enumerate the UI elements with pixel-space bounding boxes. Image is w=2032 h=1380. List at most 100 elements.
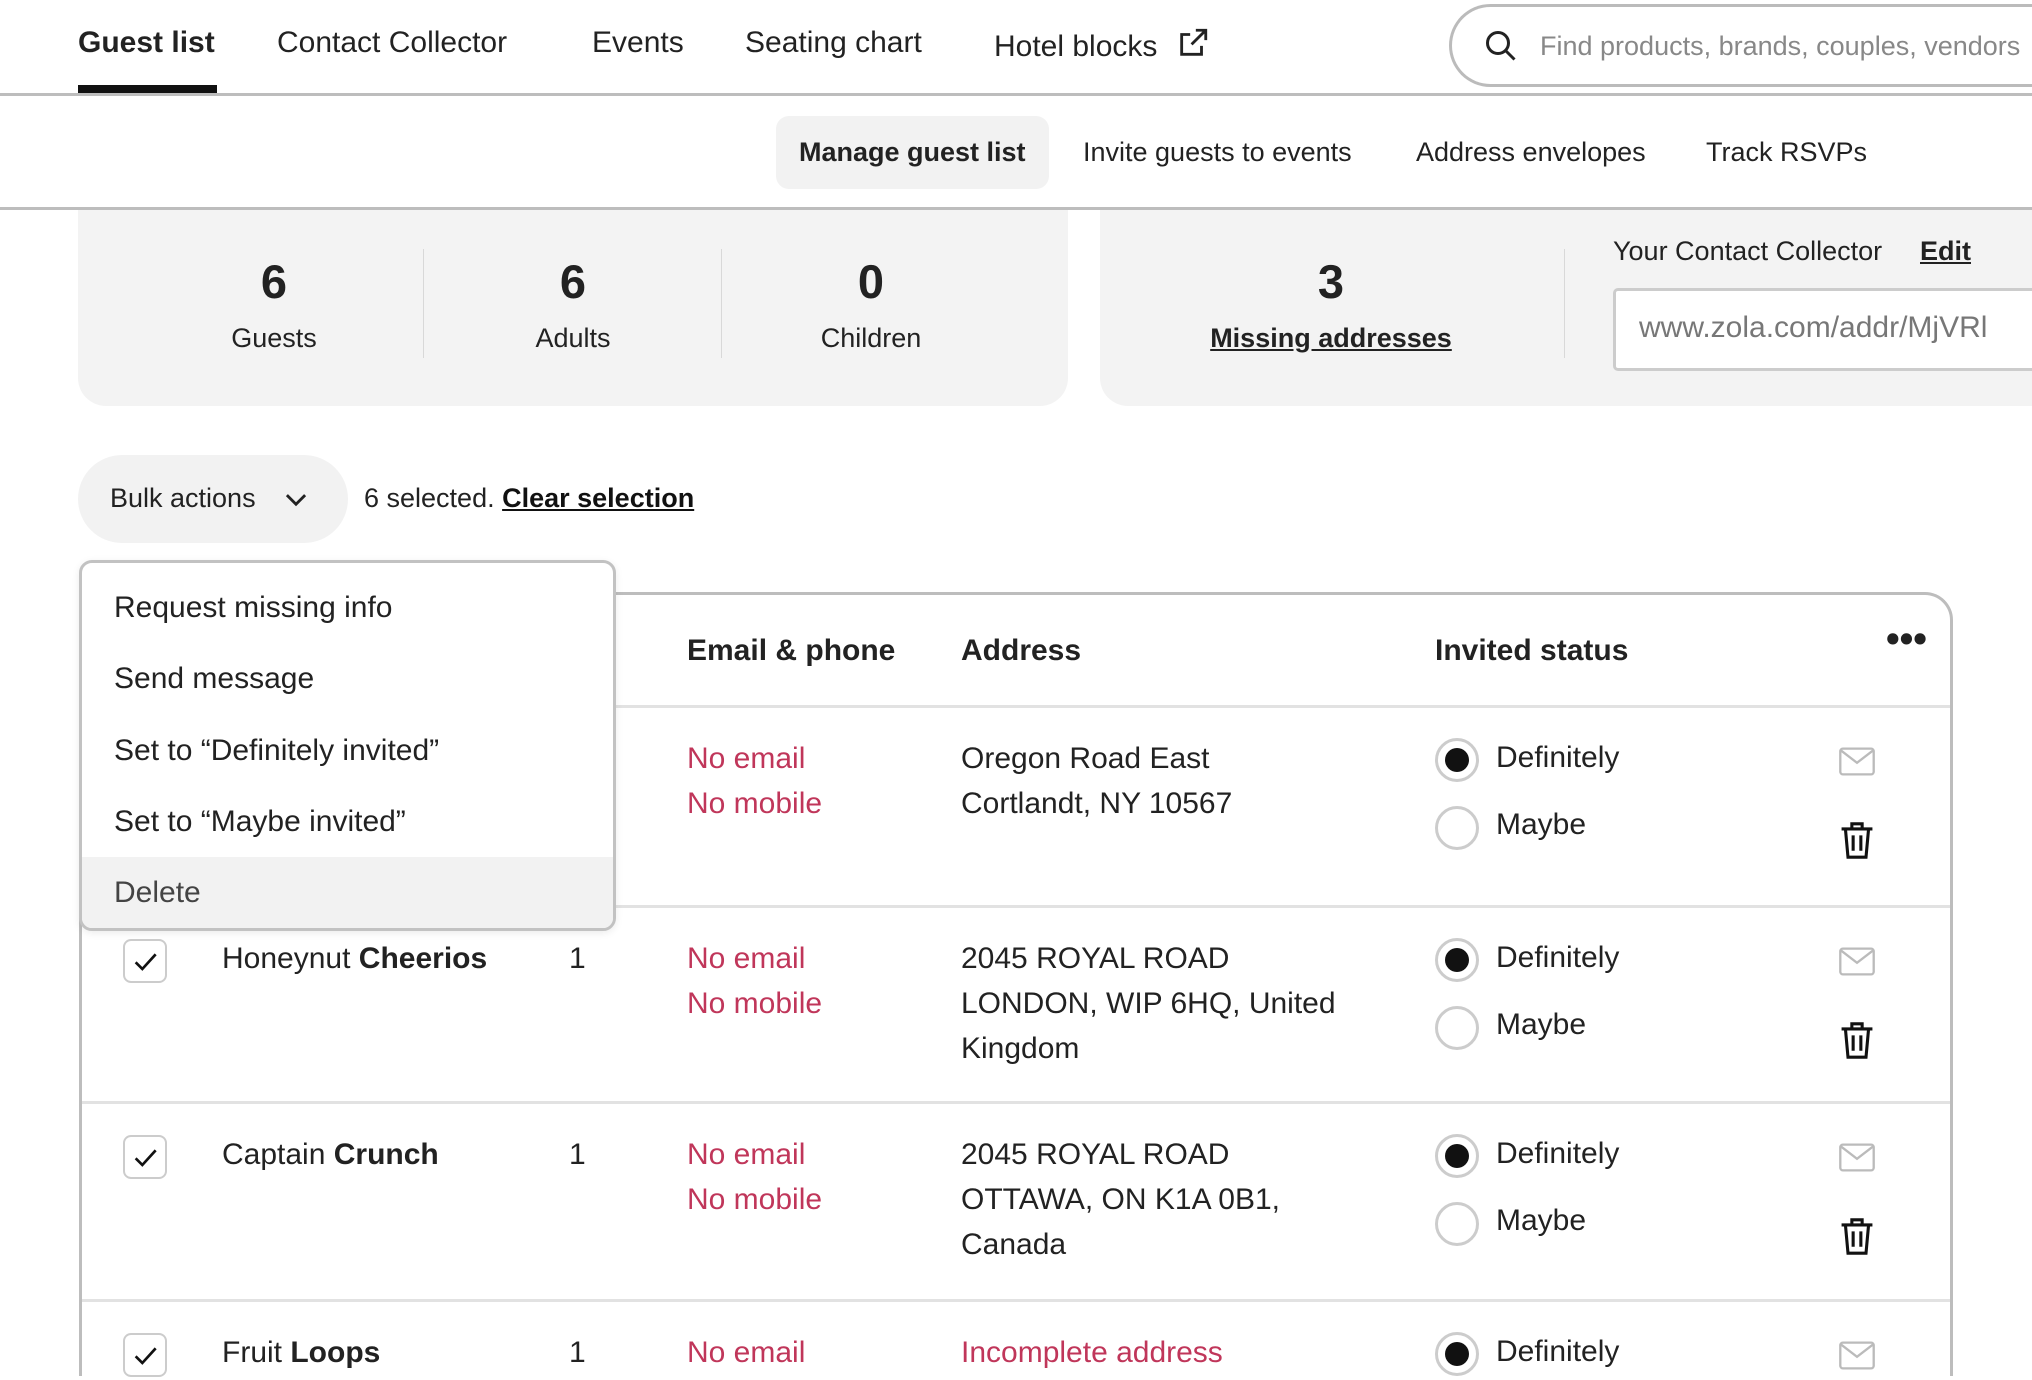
top-nav: Guest list Contact Collector Events Seat… <box>0 0 2032 96</box>
tab-hotel-blocks[interactable]: Hotel blocks <box>994 26 1210 64</box>
radio-definitely[interactable] <box>1435 1332 1479 1376</box>
stat-children: 0 Children <box>722 254 1020 354</box>
last-name: Crunch <box>333 1138 439 1171</box>
stat-label: Guests <box>231 323 317 353</box>
radio-definitely-label: Definitely <box>1496 941 1620 974</box>
tab-label: Hotel blocks <box>994 30 1158 63</box>
guest-name[interactable]: Captain Crunch <box>222 1132 439 1177</box>
subtab-track-rsvps[interactable]: Track RSVPs <box>1683 116 1890 189</box>
row-checkbox[interactable] <box>123 1135 167 1179</box>
guest-name[interactable]: Fruit Loops <box>222 1330 380 1375</box>
mobile-status: No mobile <box>687 787 823 820</box>
mobile-status: No mobile <box>687 987 823 1020</box>
radio-maybe[interactable] <box>1435 1006 1479 1050</box>
bulk-actions-button[interactable]: Bulk actions <box>78 455 348 543</box>
missing-addresses-link[interactable]: Missing addresses <box>1182 323 1480 354</box>
subtab-address-envelopes[interactable]: Address envelopes <box>1393 116 1669 189</box>
email-status: No email <box>687 742 806 775</box>
radio-maybe-label: Maybe <box>1496 808 1587 841</box>
trash-icon[interactable] <box>1839 1021 1875 1060</box>
stat-value: 6 <box>559 255 587 308</box>
radio-definitely[interactable] <box>1435 1134 1479 1178</box>
tab-contact-collector[interactable]: Contact Collector <box>277 26 507 60</box>
tab-seating-chart[interactable]: Seating chart <box>745 26 922 60</box>
email-status: No email <box>687 942 806 975</box>
table-row: Fruit Loops 1 No email Incomplete address De… <box>82 1299 1950 1377</box>
search-icon <box>1486 31 1516 61</box>
header-email-phone: Email & phone <box>687 634 896 667</box>
external-link-icon <box>1180 28 1207 56</box>
radio-maybe-label: Maybe <box>1496 1204 1587 1237</box>
stat-guests: 6 Guests <box>125 254 423 354</box>
radio-definitely-label: Definitely <box>1496 741 1620 774</box>
search-input[interactable]: Find products, brands, couples, vendors <box>1449 4 2032 87</box>
party-count: 1 <box>569 942 586 975</box>
mail-icon[interactable] <box>1839 1143 1875 1172</box>
address-line: 2045 ROYAL ROAD <box>961 942 1230 975</box>
mail-icon[interactable] <box>1839 747 1875 776</box>
stat-missing-addresses: 3 Missing addresses <box>1182 254 1480 354</box>
clear-selection-link[interactable]: Clear selection <box>502 483 694 513</box>
url-value: www.zola.com/addr/MjVRl <box>1639 311 1988 344</box>
check-icon <box>134 1347 157 1365</box>
stat-adults: 6 Adults <box>424 254 722 354</box>
row-checkbox[interactable] <box>123 1333 167 1377</box>
radio-definitely[interactable] <box>1435 738 1479 782</box>
row-checkbox[interactable] <box>123 939 167 983</box>
contact-collector-url-field[interactable]: www.zola.com/addr/MjVRl <box>1613 288 2032 371</box>
menu-item-request-missing-info[interactable]: Request missing info <box>82 572 613 643</box>
address-line: 2045 ROYAL ROAD <box>961 1138 1230 1171</box>
first-name: Fruit <box>222 1336 282 1369</box>
sub-nav: Manage guest list Invite guests to event… <box>0 98 2032 210</box>
radio-definitely[interactable] <box>1435 938 1479 982</box>
address-line: Kingdom <box>961 1032 1080 1065</box>
trash-icon[interactable] <box>1839 1217 1875 1256</box>
party-count: 1 <box>569 1336 586 1369</box>
radio-maybe[interactable] <box>1435 806 1479 850</box>
tab-guest-list[interactable]: Guest list <box>78 26 215 60</box>
email-status: No email <box>687 1138 806 1171</box>
address-line: Cortlandt, NY 10567 <box>961 787 1233 820</box>
mobile-status: No mobile <box>687 1183 823 1216</box>
search-placeholder: Find products, brands, couples, vendors <box>1540 31 2021 61</box>
selected-count: 6 selected. <box>364 483 495 513</box>
address-line: LONDON, WIP 6HQ, United <box>961 987 1336 1020</box>
subtab-invite-guests[interactable]: Invite guests to events <box>1060 116 1375 189</box>
stat-value: 0 <box>857 255 885 308</box>
stat-value: 6 <box>260 255 288 308</box>
address-line: Oregon Road East <box>961 742 1210 775</box>
trash-icon[interactable] <box>1839 821 1875 860</box>
mail-icon[interactable] <box>1839 947 1875 976</box>
edit-link[interactable]: Edit <box>1920 236 1971 267</box>
menu-item-send-message[interactable]: Send message <box>82 643 613 714</box>
tab-events[interactable]: Events <box>592 26 684 60</box>
contact-collector-card: 3 Missing addresses Your Contact Collecto… <box>1100 210 2032 406</box>
table-row: Honeynut Cheerios 1 No email No mobile 2045 … <box>82 905 1950 1101</box>
check-icon <box>134 1149 157 1167</box>
subtab-manage-guest-list[interactable]: Manage guest list <box>776 116 1049 189</box>
table-row: Captain Crunch 1 No email No mobile 2045 ROY… <box>82 1101 1950 1299</box>
header-address: Address <box>961 634 1082 667</box>
radio-maybe-label: Maybe <box>1496 1008 1587 1041</box>
guest-name[interactable]: Honeynut Cheerios <box>222 936 487 981</box>
more-options-icon[interactable]: ••• <box>1886 618 1927 662</box>
party-count: 1 <box>569 1138 586 1171</box>
menu-item-delete[interactable]: Delete <box>82 857 613 928</box>
address-line: Incomplete address <box>961 1336 1223 1369</box>
contact-collector-label: Your Contact Collector <box>1613 236 1883 266</box>
mail-icon[interactable] <box>1839 1341 1875 1370</box>
radio-definitely-label: Definitely <box>1496 1335 1620 1368</box>
address-line: OTTAWA, ON K1A 0B1, <box>961 1183 1280 1216</box>
stat-label: Children <box>820 323 922 353</box>
stat-label: Adults <box>535 323 611 353</box>
first-name: Honeynut <box>222 942 351 975</box>
menu-item-set-maybe[interactable]: Set to “Maybe invited” <box>82 786 613 857</box>
guest-stats-card: 6 Guests 6 Adults 0 Children <box>78 210 1068 406</box>
bulk-actions-menu: Request missing info Send message Set to… <box>79 560 616 931</box>
menu-item-set-definitely[interactable]: Set to “Definitely invited” <box>82 715 613 786</box>
radio-definitely-label: Definitely <box>1496 1137 1620 1170</box>
radio-maybe[interactable] <box>1435 1202 1479 1246</box>
address-line: Canada <box>961 1228 1067 1261</box>
chevron-down-icon <box>285 494 307 507</box>
email-status: No email <box>687 1336 806 1369</box>
